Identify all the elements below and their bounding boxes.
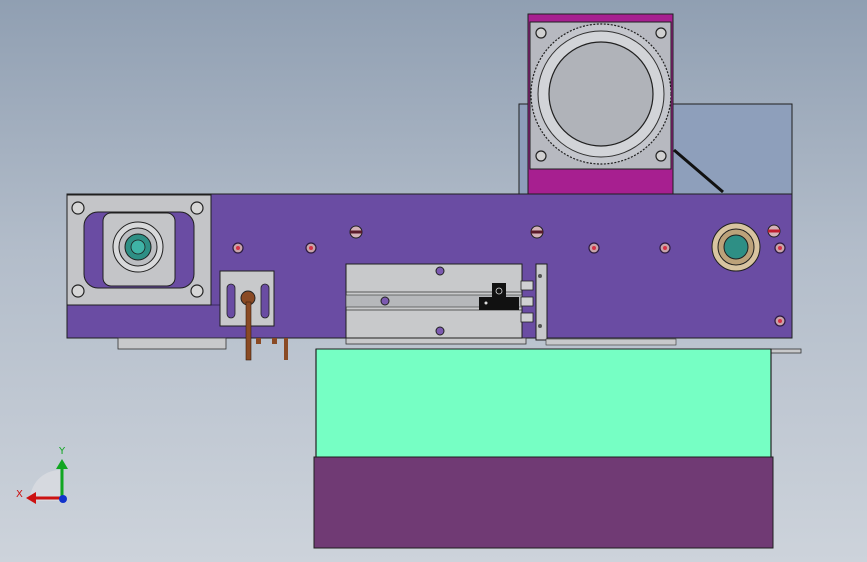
push-plate-screw [538, 274, 542, 278]
copper-tab [272, 338, 277, 344]
push-plate-screw [538, 324, 542, 328]
bottom-box[interactable] [313, 456, 774, 549]
hole-core [236, 246, 240, 250]
rod-end [520, 296, 534, 307]
hole-core [778, 319, 782, 323]
sensor-head [492, 283, 506, 299]
motor-bolt-hole [655, 150, 667, 162]
hole-core [309, 246, 313, 250]
slide-screw [435, 326, 445, 336]
hole-core [592, 246, 596, 250]
bracket-bolt-hole [71, 284, 85, 298]
bearing-bore [130, 239, 146, 255]
motor-bolt-hole [655, 27, 667, 39]
rod-end [520, 312, 534, 323]
rail-block [545, 338, 677, 346]
hole-core [663, 246, 667, 250]
bracket-slot [260, 283, 270, 319]
rod-end [520, 280, 534, 291]
cad-viewport[interactable]: Y X [0, 0, 867, 562]
bracket-bolt-hole [190, 284, 204, 298]
copper-tab [256, 338, 261, 344]
motor-cap [548, 41, 654, 147]
bracket-slot [226, 283, 236, 319]
screw-slot [350, 230, 362, 234]
screw-slot [531, 230, 543, 234]
lower-gray-strip [345, 337, 527, 345]
sensor-indicator [484, 301, 488, 305]
assembly-model[interactable] [0, 0, 867, 562]
motor-bolt-hole [535, 27, 547, 39]
slide-screw [435, 266, 445, 276]
motor-bolt-hole [535, 150, 547, 162]
screw-slot [768, 229, 780, 233]
hole-core [778, 246, 782, 250]
slide-screw [380, 296, 390, 306]
bracket-bolt-hole [190, 201, 204, 215]
bracket-bolt-hole [71, 201, 85, 215]
right-bearing-inner [723, 234, 749, 260]
lower-gray-strip [117, 337, 227, 350]
cover-box[interactable] [315, 348, 772, 458]
copper-lever[interactable] [245, 301, 252, 361]
copper-tab [284, 338, 288, 360]
